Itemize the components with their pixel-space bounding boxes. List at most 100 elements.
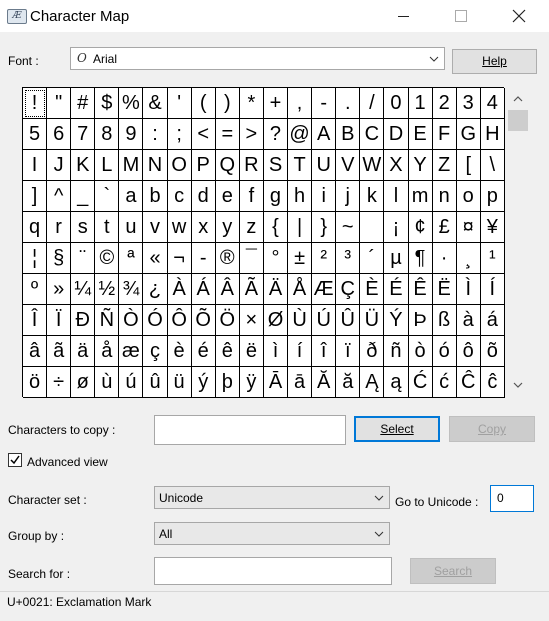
character-cell[interactable]: }	[312, 212, 337, 243]
character-cell[interactable]: õ	[480, 336, 505, 367]
character-cell[interactable]: é	[191, 336, 216, 367]
character-cell[interactable]: ă	[336, 367, 361, 398]
character-cell[interactable]: 9	[119, 119, 144, 150]
character-cell[interactable]: È	[360, 274, 385, 305]
character-cell[interactable]: 2	[432, 88, 457, 119]
character-cell[interactable]: °	[263, 243, 289, 274]
character-cell[interactable]: Ù	[288, 305, 313, 336]
character-cell[interactable]: U	[312, 150, 337, 181]
character-cell[interactable]: ~	[336, 212, 361, 243]
character-cell[interactable]: Ą	[360, 367, 385, 398]
character-cell[interactable]: ç	[143, 336, 168, 367]
character-cell[interactable]: 6	[47, 119, 72, 150]
character-cell[interactable]: ^	[47, 181, 72, 212]
character-cell[interactable]: «	[143, 243, 168, 274]
scroll-up-button[interactable]	[506, 89, 530, 109]
character-cell[interactable]: \	[480, 150, 505, 181]
character-cell[interactable]: ,	[288, 88, 313, 119]
character-cell[interactable]: Í	[480, 274, 505, 305]
go-to-unicode-input[interactable]: 0	[490, 485, 534, 512]
character-cell[interactable]: ô	[456, 336, 481, 367]
character-cell[interactable]: §	[47, 243, 72, 274]
character-cell[interactable]: I	[23, 150, 48, 181]
character-cell[interactable]: #	[71, 88, 96, 119]
character-cell[interactable]: º	[23, 274, 48, 305]
character-grid[interactable]: ! " # $% & '() * +, -./0 1 2 3 4 5 6 7 8 9:; < = >? @ A B C D E F G H…	[22, 87, 505, 398]
character-cell[interactable]: ´	[360, 243, 385, 274]
character-cell[interactable]: =	[215, 119, 240, 150]
character-set-select[interactable]: Unicode	[154, 486, 390, 509]
character-cell[interactable]: M	[119, 150, 144, 181]
character-cell[interactable]: E	[408, 119, 433, 150]
character-cell[interactable]: æ	[119, 336, 144, 367]
character-cell[interactable]: u	[119, 212, 144, 243]
scroll-down-button[interactable]	[506, 375, 530, 395]
help-button[interactable]: Help	[452, 49, 537, 74]
character-cell[interactable]: Ê	[408, 274, 433, 305]
character-cell[interactable]: Ø	[263, 305, 289, 336]
close-button[interactable]	[496, 0, 542, 32]
character-cell[interactable]: t	[95, 212, 120, 243]
character-cell[interactable]: ò	[408, 336, 433, 367]
character-cell[interactable]: å	[95, 336, 120, 367]
character-cell[interactable]: Ð	[71, 305, 96, 336]
character-cell[interactable]: X	[384, 150, 409, 181]
character-cell[interactable]: ³	[336, 243, 361, 274]
character-cell[interactable]: ë	[239, 336, 264, 367]
character-cell[interactable]: Ý	[384, 305, 409, 336]
character-cell[interactable]: ®	[215, 243, 240, 274]
character-cell[interactable]: ¼	[71, 274, 96, 305]
character-cell[interactable]: a	[119, 181, 144, 212]
character-cell[interactable]: ¶	[408, 243, 433, 274]
character-cell[interactable]: k	[360, 181, 385, 212]
character-cell[interactable]: x	[191, 212, 216, 243]
character-cell[interactable]: P	[191, 150, 216, 181]
character-cell[interactable]: W	[360, 150, 385, 181]
character-cell[interactable]: ü	[167, 367, 192, 398]
character-cell[interactable]: .	[336, 88, 361, 119]
character-cell[interactable]: Y	[408, 150, 433, 181]
character-cell[interactable]: ö	[23, 367, 48, 398]
select-button[interactable]: Select	[354, 416, 440, 442]
character-cell[interactable]: ±	[288, 243, 313, 274]
character-cell[interactable]: Ï	[47, 305, 72, 336]
character-cell[interactable]: 0	[384, 88, 409, 119]
character-cell[interactable]: Q	[215, 150, 240, 181]
grid-scrollbar[interactable]	[506, 87, 530, 397]
character-cell[interactable]: q	[23, 212, 48, 243]
character-cell[interactable]: Û	[336, 305, 361, 336]
character-cell[interactable]: ê	[215, 336, 240, 367]
character-cell[interactable]: Â	[215, 274, 240, 305]
character-cell[interactable]: +	[263, 88, 289, 119]
search-input[interactable]	[154, 557, 392, 585]
character-cell[interactable]: Æ	[312, 274, 337, 305]
character-cell[interactable]: à	[456, 305, 481, 336]
character-cell[interactable]: ì	[263, 336, 289, 367]
character-cell[interactable]: J	[47, 150, 72, 181]
character-cell[interactable]: F	[432, 119, 457, 150]
character-cell[interactable]: £	[432, 212, 457, 243]
character-cell[interactable]: /	[360, 88, 385, 119]
character-cell[interactable]: n	[432, 181, 457, 212]
character-cell[interactable]: Å	[288, 274, 313, 305]
character-cell[interactable]: >	[239, 119, 264, 150]
character-cell[interactable]: ä	[71, 336, 96, 367]
character-cell[interactable]: µ	[384, 243, 409, 274]
character-cell[interactable]: Ã	[239, 274, 264, 305]
character-cell[interactable]: H	[480, 119, 505, 150]
character-cell[interactable]: ¢	[408, 212, 433, 243]
character-cell[interactable]: y	[215, 212, 240, 243]
character-cell[interactable]: $	[95, 88, 120, 119]
character-cell[interactable]: ¸	[456, 243, 481, 274]
character-cell[interactable]: Ä	[263, 274, 289, 305]
font-select[interactable]: O Arial	[70, 47, 445, 70]
character-cell[interactable]: @	[288, 119, 313, 150]
character-cell[interactable]: ©	[95, 243, 120, 274]
character-cell[interactable]: Î	[23, 305, 48, 336]
character-cell[interactable]: R	[239, 150, 264, 181]
character-cell[interactable]: Þ	[408, 305, 433, 336]
copy-button[interactable]: Copy	[449, 416, 535, 442]
character-cell[interactable]: K	[71, 150, 96, 181]
character-cell[interactable]: -	[312, 88, 337, 119]
minimize-button[interactable]	[380, 0, 426, 32]
